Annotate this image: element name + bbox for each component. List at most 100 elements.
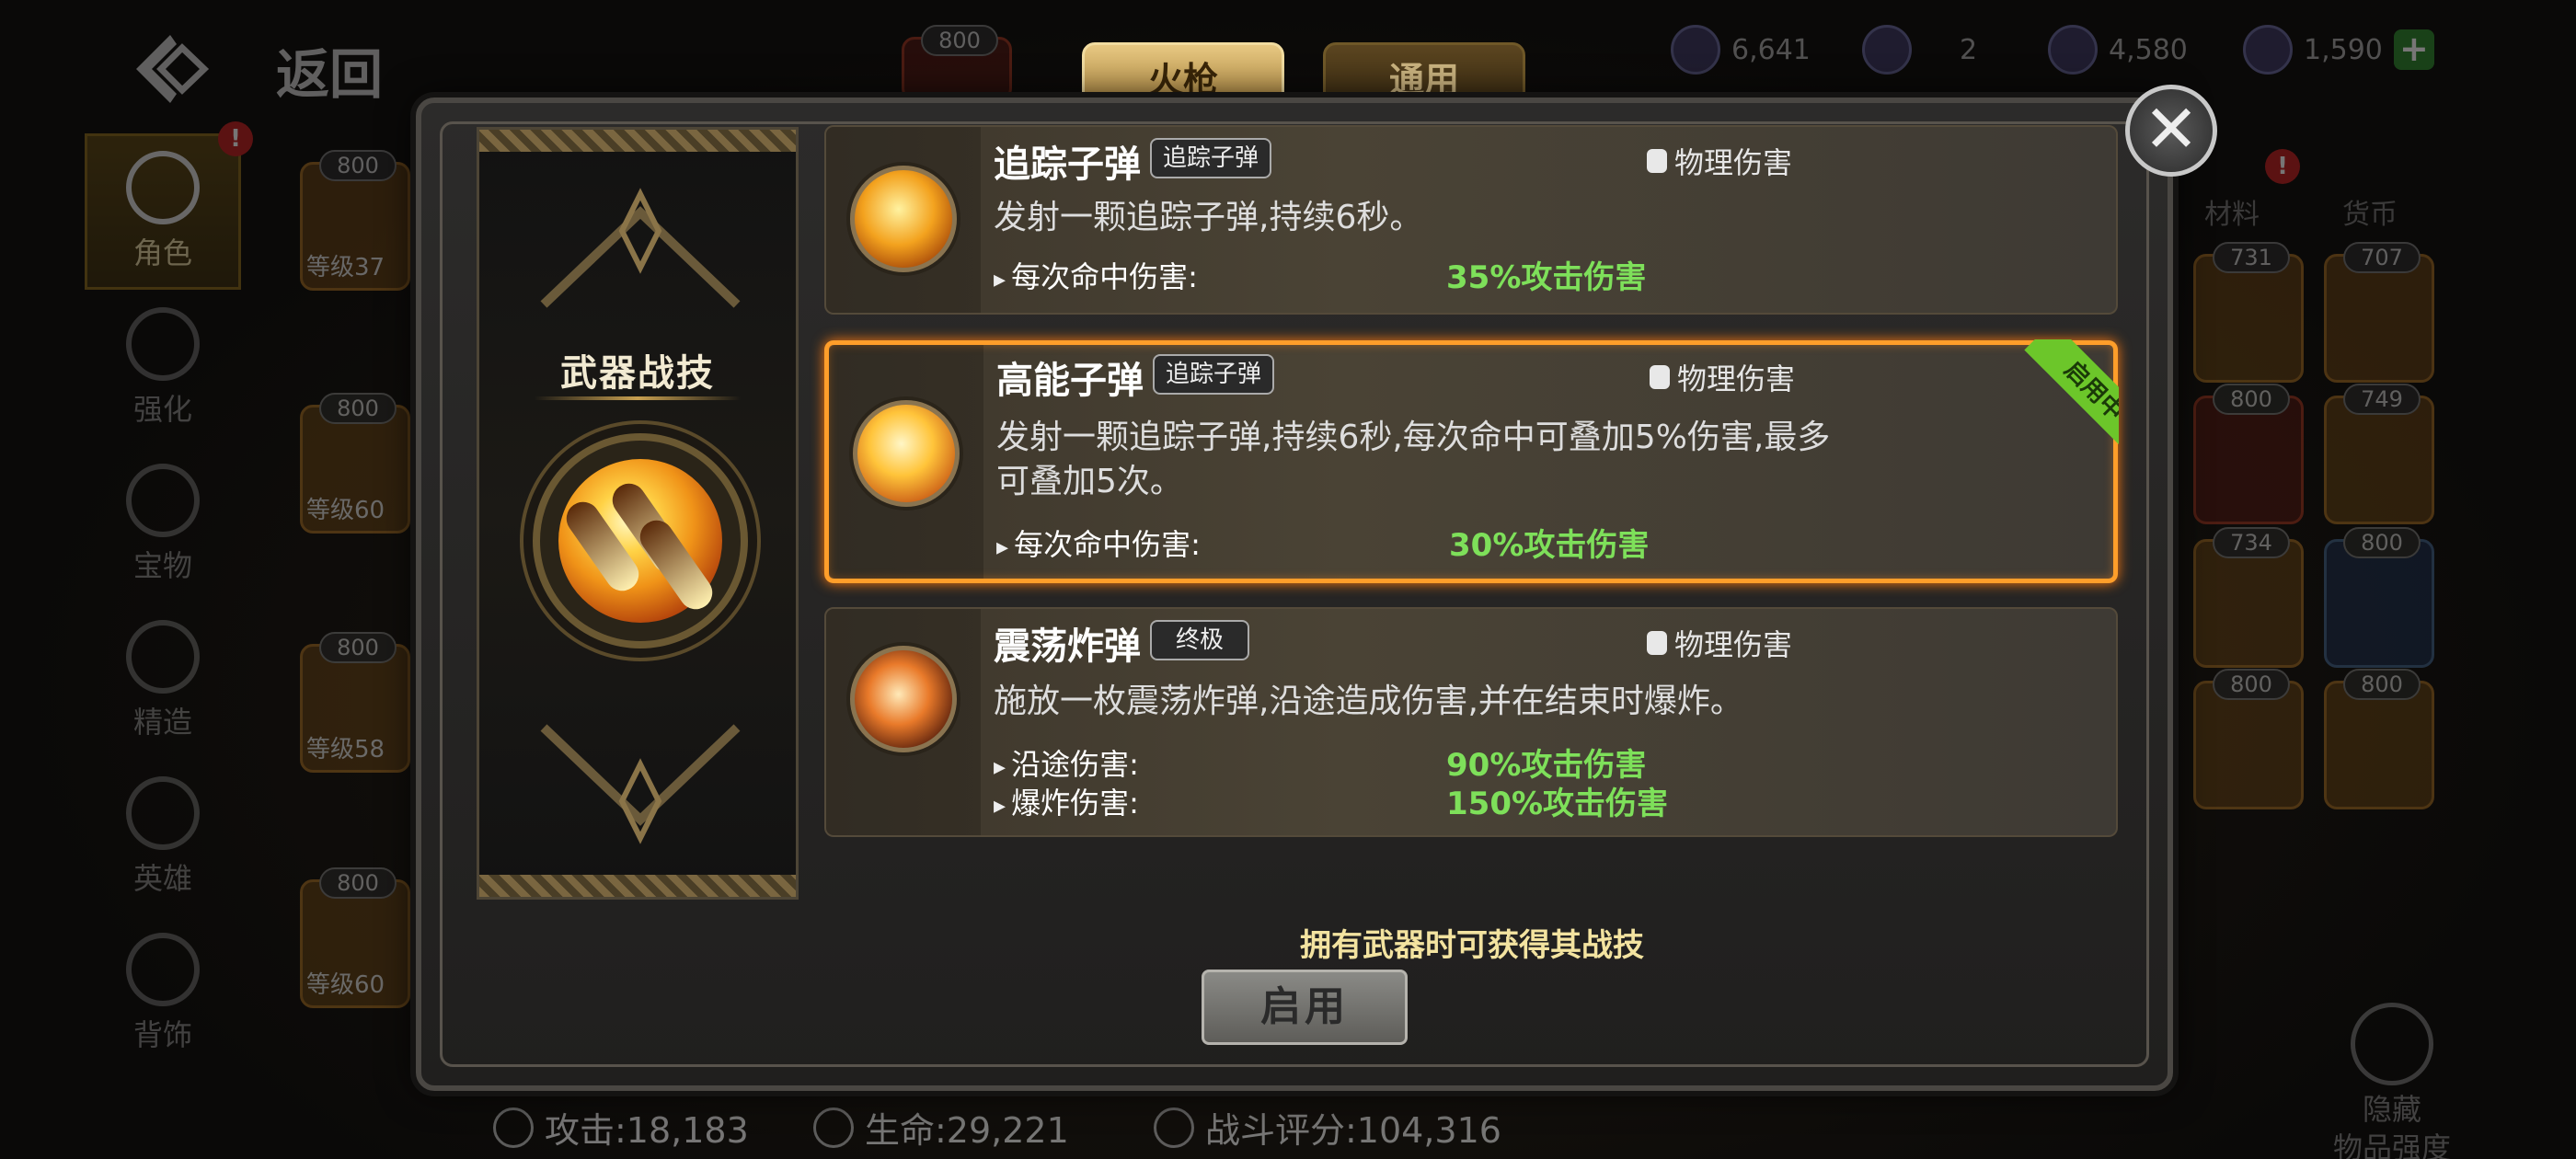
sidebar-item-enhance[interactable]: 强化	[85, 290, 241, 446]
meteor-orb-icon	[558, 459, 722, 623]
card-badge: 749	[2343, 384, 2421, 415]
stat-value: 35%攻击伤害	[1446, 259, 1647, 296]
skill-tag: 追踪子弹	[1153, 354, 1275, 395]
alert-badge: !	[218, 121, 253, 156]
screen: 返回 角色 ! 强化 宝物 精造 英雄 背饰 800 等级37 800 等级60…	[0, 0, 2576, 1159]
inventory-card[interactable]: 800 等级60	[300, 393, 410, 534]
currency-value: 6,641	[1731, 33, 1811, 66]
skill-emblem	[533, 433, 748, 648]
hero-icon	[126, 776, 200, 850]
sidebar-item-label: 背饰	[132, 1017, 192, 1052]
inventory-card[interactable]: 800	[902, 25, 1012, 101]
inventory-card[interactable]: 800 等级60	[300, 867, 410, 1008]
lock-pearl-icon	[2048, 25, 2098, 75]
back-label[interactable]: 返回	[276, 31, 383, 109]
attack-stat: 攻击:18,183	[493, 1102, 749, 1153]
stat-label: 爆炸伤害:	[994, 780, 1139, 822]
card-badge: 800	[319, 393, 397, 424]
sidebar-item-treasure[interactable]: 宝物	[85, 446, 241, 602]
skill-card-high-energy-bullet[interactable]: 高能子弹 追踪子弹 物理伤害 发射一颗追踪子弹,持续6秒,每次命中可叠加5%伤害…	[824, 339, 2119, 583]
attack-value: 攻击:18,183	[545, 1110, 749, 1151]
tab-materials[interactable]: 材料	[2204, 191, 2260, 232]
sidebar-item-hero[interactable]: 英雄	[85, 759, 241, 915]
currency-value: 4,580	[2109, 33, 2188, 66]
skill-name: 震荡炸弹	[994, 625, 1141, 668]
streak	[633, 513, 719, 616]
gem-icon	[1671, 25, 1720, 75]
card-badge: 800	[319, 867, 397, 899]
card-level: 等级60	[306, 971, 385, 999]
inventory-card[interactable]: 731	[2193, 242, 2304, 383]
card-badge: 800	[2213, 669, 2290, 700]
meteor-bullet-icon	[853, 400, 960, 507]
inventory-card[interactable]: 800	[2324, 527, 2434, 668]
currency-tokens[interactable]: 2	[1862, 22, 1977, 77]
inventory-card[interactable]: 800 等级37	[300, 150, 410, 291]
inventory-card[interactable]: 734	[2193, 527, 2304, 668]
card-badge: 800	[2213, 384, 2290, 415]
hide-item-strength-button[interactable]: 隐藏 物品强度	[2328, 1003, 2456, 1159]
ornament-bottom-icon	[540, 724, 741, 844]
stat-label: 每次命中伤害:	[996, 522, 1201, 564]
inventory-card[interactable]: 707	[2324, 242, 2434, 383]
tower-icon	[126, 620, 200, 694]
stat-value: 30%攻击伤害	[1449, 527, 1650, 564]
heart-icon	[813, 1107, 854, 1148]
inventory-card[interactable]: 800 等级58	[300, 632, 410, 773]
damage-type: 物理伤害	[1650, 356, 1795, 398]
fire-bullet-icon	[850, 166, 957, 272]
hide-label-2: 物品强度	[2332, 1130, 2451, 1159]
art-title: 武器战技	[560, 352, 715, 395]
card-badge: 731	[2213, 242, 2290, 273]
score-stat: 战斗评分:104,316	[1154, 1102, 1501, 1153]
pearl-icon	[2243, 25, 2293, 75]
upgrade-arrow-icon	[126, 307, 200, 381]
tab-currency[interactable]: 货币	[2342, 191, 2398, 232]
damage-type-label: 物理伤害	[1677, 361, 1796, 396]
sidebar-item-label: 角色	[132, 235, 192, 270]
close-button[interactable]: ✕	[2125, 85, 2217, 177]
ornament-top-icon	[540, 188, 741, 308]
skill-card-shock-bomb[interactable]: 震荡炸弹 终极 物理伤害 施放一枚震荡炸弹,沿途造成伤害,并在结束时爆炸。 沿途…	[824, 607, 2118, 837]
damage-type-label: 物理伤害	[1674, 145, 1793, 180]
skill-card-tracking-bullet[interactable]: 追踪子弹 追踪子弹 物理伤害 发射一颗追踪子弹,持续6秒。 每次命中伤害: 35…	[824, 125, 2118, 315]
back-arrow-icon[interactable]	[129, 28, 212, 110]
side-nav: 角色 ! 强化 宝物 精造 英雄 背饰	[85, 121, 253, 1072]
art-band-top	[479, 130, 796, 152]
unlock-hint: 拥有武器时可获得其战技	[1300, 927, 1644, 964]
skill-description-line1: 发射一颗追踪子弹,持续6秒,每次命中可叠加5%伤害,最多	[996, 419, 1831, 456]
sidebar-item-backpiece[interactable]: 背饰	[85, 915, 241, 1072]
hp-stat: 生命:29,221	[813, 1102, 1069, 1153]
close-icon: ✕	[2143, 90, 2200, 167]
hp-value: 生命:29,221	[865, 1110, 1069, 1151]
sidebar-item-label: 英雄	[132, 861, 192, 896]
add-currency-button[interactable]: +	[2393, 29, 2434, 70]
stat-label: 沿途伤害:	[994, 741, 1139, 784]
sidebar-item-character[interactable]: 角色 !	[85, 121, 253, 290]
enable-button[interactable]: 启用	[1202, 970, 1408, 1045]
card-badge: 800	[2343, 527, 2421, 558]
sidebar-item-label: 宝物	[132, 548, 192, 583]
card-badge: 800	[2343, 669, 2421, 700]
inventory-card[interactable]: 800	[2193, 669, 2304, 809]
sword-icon	[493, 1107, 534, 1148]
bomb-explosion-icon	[850, 646, 957, 752]
currency-value: 1,590	[2304, 33, 2383, 66]
skill-name: 高能子弹	[996, 360, 1144, 402]
sidebar-item-refine[interactable]: 精造	[85, 602, 241, 759]
currency-locked[interactable]: 4,580	[2048, 22, 2188, 77]
currency-value: 2	[1960, 33, 1978, 66]
target-icon	[126, 464, 200, 537]
skill-name: 追踪子弹	[994, 143, 1141, 186]
sidebar-item-label: 精造	[132, 705, 192, 740]
currency-pearls[interactable]: 1,590 +	[2243, 22, 2434, 77]
fist-icon	[1647, 149, 1667, 173]
skill-tag: 追踪子弹	[1150, 138, 1272, 178]
inventory-card[interactable]: 800	[2324, 669, 2434, 809]
card-level: 等级58	[306, 736, 385, 763]
currency-gems[interactable]: 6,641	[1671, 22, 1811, 77]
inventory-card[interactable]: 800	[2193, 384, 2304, 524]
inventory-card[interactable]: 749	[2324, 384, 2434, 524]
damage-type: 物理伤害	[1647, 140, 1792, 182]
card-badge: 734	[2213, 527, 2290, 558]
